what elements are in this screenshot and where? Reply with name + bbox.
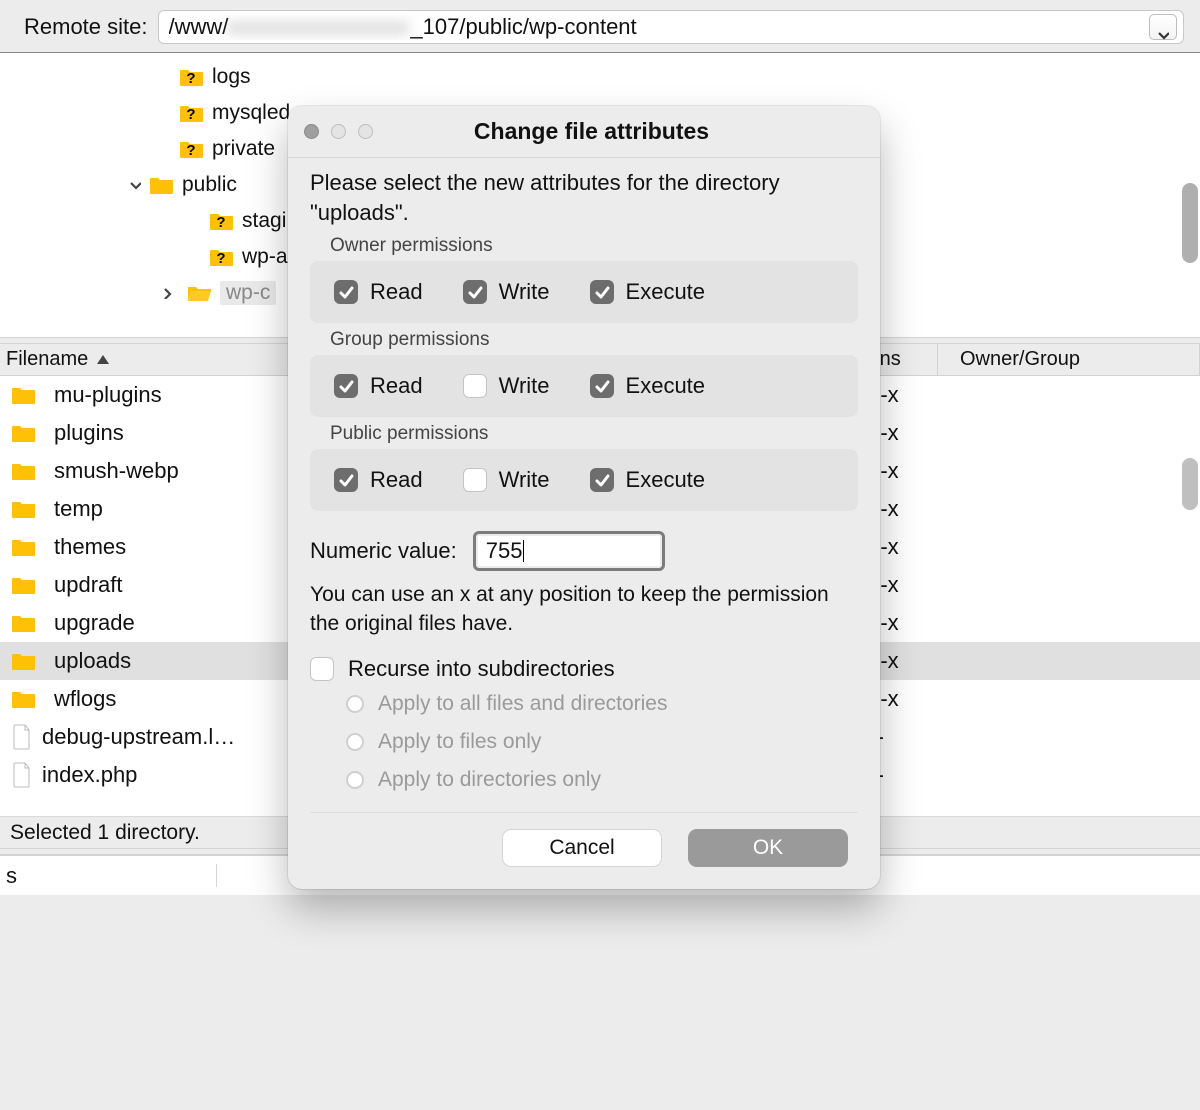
folder-unknown-icon (180, 67, 204, 87)
group-read-checkbox[interactable]: Read (334, 373, 423, 399)
minimize-window-icon[interactable] (331, 124, 346, 139)
collapse-toggle[interactable] (126, 176, 144, 194)
group-write-checkbox[interactable]: Write (463, 373, 550, 399)
folder-open-icon (188, 283, 212, 303)
checkbox-checked-icon (590, 374, 614, 398)
checkbox-unchecked-icon (463, 374, 487, 398)
group-execute-checkbox[interactable]: Execute (590, 373, 706, 399)
recurse-option: Apply to files only (346, 730, 858, 754)
checkbox-checked-icon (590, 280, 614, 304)
close-window-icon[interactable] (304, 124, 319, 139)
owner-group-redacted (938, 463, 1068, 479)
owner-write-checkbox[interactable]: Write (463, 279, 550, 305)
radio-icon (346, 733, 364, 751)
dialog-titlebar: Change file attributes (288, 106, 880, 158)
change-attributes-dialog: Change file attributes Please select the… (288, 106, 880, 889)
public-permissions-section: Public permissions Read Write Execute (310, 423, 858, 511)
owner-group-redacted (938, 387, 1068, 403)
folder-icon (12, 499, 36, 519)
window-controls (288, 124, 373, 139)
folder-icon (12, 689, 36, 709)
public-execute-checkbox[interactable]: Execute (590, 467, 706, 493)
checkbox-checked-icon (590, 468, 614, 492)
radio-icon (346, 695, 364, 713)
recurse-options: Apply to all files and directories Apply… (346, 692, 858, 792)
checkbox-checked-icon (334, 280, 358, 304)
folder-unknown-icon (180, 103, 204, 123)
folder-unknown-icon (180, 139, 204, 159)
numeric-hint: You can use an x at any position to keep… (310, 581, 858, 638)
owner-group-redacted (938, 729, 1068, 745)
folder-icon (12, 423, 36, 443)
file-icon (12, 724, 32, 750)
folder-icon (12, 385, 36, 405)
checkbox-checked-icon (334, 374, 358, 398)
radio-icon (346, 771, 364, 789)
owner-execute-checkbox[interactable]: Execute (590, 279, 706, 305)
recurse-checkbox[interactable]: Recurse into subdirectories (310, 656, 858, 682)
folder-icon (12, 613, 36, 633)
recurse-option: Apply to all files and directories (346, 692, 858, 716)
folder-icon (12, 651, 36, 671)
owner-group-redacted (938, 539, 1068, 555)
checkbox-checked-icon (463, 280, 487, 304)
ok-button[interactable]: OK (688, 829, 848, 867)
sort-asc-icon (96, 353, 110, 367)
folder-icon (12, 575, 36, 595)
owner-group-redacted (938, 425, 1068, 441)
dialog-prompt: Please select the new attributes for the… (310, 168, 858, 227)
cancel-button[interactable]: Cancel (502, 829, 662, 867)
owner-group-redacted (938, 615, 1068, 631)
file-icon (12, 762, 32, 788)
folder-icon (12, 537, 36, 557)
remote-site-path-input[interactable]: /www/xxxxxxxxxxxxxx_107/public/wp-conten… (158, 10, 1185, 44)
owner-group-redacted (938, 653, 1068, 669)
text-cursor-icon (523, 540, 524, 562)
folder-icon (150, 175, 174, 195)
owner-group-redacted (938, 577, 1068, 593)
tree-scrollbar[interactable] (1182, 183, 1198, 263)
expand-toggle[interactable] (158, 284, 176, 302)
remote-site-bar: Remote site: /www/xxxxxxxxxxxxxx_107/pub… (0, 0, 1200, 53)
folder-unknown-icon (210, 247, 234, 267)
public-read-checkbox[interactable]: Read (334, 467, 423, 493)
owner-permissions-section: Owner permissions Read Write Execute (310, 235, 858, 323)
owner-group-redacted (938, 501, 1068, 517)
chevron-down-icon (1157, 21, 1169, 33)
folder-icon (12, 461, 36, 481)
column-owner-group[interactable]: Owner/Group (938, 344, 1200, 375)
numeric-value-input[interactable]: 755 (473, 531, 665, 571)
checkbox-unchecked-icon (310, 657, 334, 681)
zoom-window-icon[interactable] (358, 124, 373, 139)
owner-read-checkbox[interactable]: Read (334, 279, 423, 305)
file-list-scrollbar[interactable] (1182, 458, 1198, 510)
remote-site-label: Remote site: (24, 14, 148, 40)
checkbox-unchecked-icon (463, 468, 487, 492)
recurse-option: Apply to directories only (346, 768, 858, 792)
path-dropdown-button[interactable] (1149, 14, 1177, 40)
folder-unknown-icon (210, 211, 234, 231)
public-write-checkbox[interactable]: Write (463, 467, 550, 493)
numeric-value-row: Numeric value: 755 (310, 531, 858, 571)
tree-item[interactable]: logs (156, 59, 1200, 95)
checkbox-checked-icon (334, 468, 358, 492)
dialog-title: Change file attributes (373, 118, 880, 145)
group-permissions-section: Group permissions Read Write Execute (310, 329, 858, 417)
owner-group-redacted (938, 767, 1068, 783)
owner-group-redacted (938, 691, 1068, 707)
